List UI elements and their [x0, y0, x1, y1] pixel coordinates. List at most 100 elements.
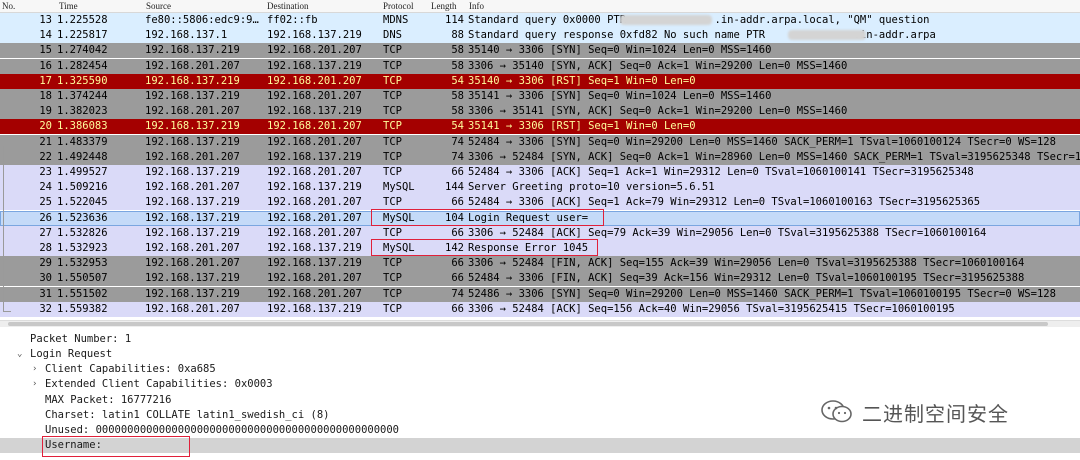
packet-no: 17	[39, 74, 52, 87]
packet-time: 1.325590	[57, 74, 108, 87]
packet-destination: 192.168.137.219	[267, 59, 362, 72]
packet-no: 14	[39, 29, 52, 42]
packet-source: 192.168.137.219	[145, 211, 240, 224]
packet-no: 19	[39, 105, 52, 118]
column-destination[interactable]: Destination	[267, 0, 309, 12]
detail-row[interactable]: Client Capabilities: 0xa685	[45, 362, 216, 377]
packet-row[interactable]: 13 1.225528 fe80::5806:edc9:9… ff02::fb MDNS…	[0, 13, 1080, 28]
column-protocol[interactable]: Protocol	[383, 0, 414, 12]
packet-info: 35140 → 3306 [SYN] Seq=0 Win=1024 Len=0 …	[468, 44, 772, 57]
packet-source: 192.168.137.1	[145, 29, 228, 42]
packet-protocol: TCP	[383, 150, 402, 163]
packet-protocol: TCP	[383, 302, 402, 315]
highlight-box-username	[42, 436, 190, 457]
redaction-blur	[788, 30, 866, 40]
packet-time: 1.509216	[57, 181, 108, 194]
packet-time: 1.522045	[57, 196, 108, 209]
packet-info: 52486 → 3306 [SYN] Seq=0 Win=29200 Len=0…	[468, 287, 1056, 300]
detail-row[interactable]: MAX Packet: 16777216	[45, 393, 171, 408]
column-no[interactable]: No.	[2, 0, 15, 12]
packet-destination: 192.168.201.207	[267, 120, 362, 133]
column-length[interactable]: Length	[431, 0, 457, 12]
packet-list-scrollbar[interactable]	[0, 320, 1080, 327]
packet-row[interactable]: 31 1.551502 192.168.137.219 192.168.201.207…	[0, 286, 1080, 302]
packet-destination: ff02::fb	[267, 14, 318, 26]
packet-length: 66	[451, 302, 464, 315]
packet-no: 15	[39, 44, 52, 57]
detail-row[interactable]: Login Request	[30, 347, 112, 362]
collapsed-arrow-icon[interactable]: ›	[32, 377, 37, 392]
packet-destination: 192.168.201.207	[267, 287, 362, 300]
packet-info: Standard query 0x0000 PTR .in-addr.arpa.…	[468, 14, 930, 26]
column-info[interactable]: Info	[469, 0, 484, 12]
redaction-blur	[620, 15, 712, 25]
packet-row[interactable]: 20 1.386083 192.168.137.219 192.168.201.207…	[0, 119, 1080, 135]
packet-length: 88	[451, 29, 464, 42]
expanded-arrow-icon[interactable]: ⌄	[17, 347, 22, 362]
packet-row[interactable]: 21 1.483379 192.168.137.219 192.168.201.207…	[0, 134, 1080, 150]
packet-row[interactable]: 30 1.550507 192.168.137.219 192.168.201.207…	[0, 271, 1080, 287]
packet-protocol: TCP	[383, 166, 402, 178]
packet-no: 16	[39, 59, 52, 72]
packet-time: 1.499527	[57, 166, 108, 178]
packet-row[interactable]: 18 1.374244 192.168.137.219 192.168.201.207…	[0, 89, 1080, 104]
column-time[interactable]: Time	[59, 0, 78, 12]
packet-row[interactable]: 19 1.382023 192.168.201.207 192.168.137.219…	[0, 104, 1080, 120]
packet-source: 192.168.137.219	[145, 166, 240, 178]
packet-destination: 192.168.137.219	[267, 29, 362, 42]
packet-source: 192.168.137.219	[145, 74, 240, 87]
packet-row[interactable]: 24 1.509216 192.168.201.207 192.168.137.219…	[0, 180, 1080, 196]
detail-row[interactable]: Extended Client Capabilities: 0x0003	[45, 377, 273, 392]
packet-time: 1.550507	[57, 272, 108, 285]
packet-length: 58	[451, 90, 464, 102]
scrollbar-thumb[interactable]	[8, 322, 1048, 326]
packet-row[interactable]: 32 1.559382 192.168.201.207 192.168.137.219…	[0, 301, 1080, 317]
watermark: 二进制空间安全	[820, 396, 1009, 428]
packet-destination: 192.168.201.207	[267, 135, 362, 148]
collapsed-arrow-icon[interactable]: ›	[32, 362, 37, 377]
packet-time: 1.374244	[57, 90, 108, 102]
packet-protocol: TCP	[383, 135, 402, 148]
packet-protocol: TCP	[383, 105, 402, 118]
packet-length: 66	[451, 166, 464, 178]
packet-destination: 192.168.137.219	[267, 105, 362, 118]
packet-destination: 192.168.201.207	[267, 226, 362, 239]
column-source[interactable]: Source	[146, 0, 171, 12]
packet-row[interactable]: 15 1.274042 192.168.137.219 192.168.201.207…	[0, 43, 1080, 59]
packet-no: 20	[39, 120, 52, 133]
packet-destination: 192.168.137.219	[267, 242, 362, 254]
packet-source: 192.168.201.207	[145, 181, 240, 194]
packet-list-header: No. Time Source Destination Protocol Len…	[0, 0, 1080, 13]
packet-info: 3306 → 35141 [SYN, ACK] Seq=0 Ack=1 Win=…	[468, 105, 848, 118]
packet-info: 35141 → 3306 [RST] Seq=1 Win=0 Len=0	[468, 120, 696, 133]
packet-time: 1.225817	[57, 29, 108, 42]
packet-length: 74	[451, 287, 464, 300]
packet-row[interactable]: 23 1.499527 192.168.137.219 192.168.201.207…	[0, 165, 1080, 180]
packet-info: 52484 → 3306 [ACK] Seq=1 Ack=1 Win=29312…	[468, 166, 974, 178]
packet-row[interactable]: 29 1.532953 192.168.201.207 192.168.137.219…	[0, 256, 1080, 272]
packet-length: 58	[451, 44, 464, 57]
packet-row[interactable]: 22 1.492448 192.168.201.207 192.168.137.219…	[0, 149, 1080, 165]
packet-row[interactable]: 14 1.225817 192.168.137.1 192.168.137.219 DN…	[0, 28, 1080, 44]
packet-info: Standard query response 0xfd82 No such n…	[468, 29, 936, 42]
packet-destination: 192.168.137.219	[267, 181, 362, 194]
detail-row[interactable]: Packet Number: 1	[30, 332, 131, 347]
packet-source: 192.168.201.207	[145, 105, 240, 118]
highlight-box-login-request	[371, 209, 604, 226]
packet-destination: 192.168.201.207	[267, 44, 362, 57]
packet-protocol: TCP	[383, 257, 402, 270]
detail-row[interactable]: Charset: latin1 COLLATE latin1_swedish_c…	[45, 408, 329, 423]
packet-row[interactable]: 16 1.282454 192.168.201.207 192.168.137.219…	[0, 58, 1080, 74]
packet-time: 1.386083	[57, 120, 108, 133]
packet-destination: 192.168.137.219	[267, 150, 362, 163]
packet-info: 3306 → 52484 [FIN, ACK] Seq=155 Ack=39 W…	[468, 257, 1025, 270]
packet-source: 192.168.137.219	[145, 272, 240, 285]
packet-destination: 192.168.201.207	[267, 74, 362, 87]
highlight-box-response-error	[371, 239, 598, 256]
packet-time: 1.532953	[57, 257, 108, 270]
packet-info: 52484 → 3306 [FIN, ACK] Seq=39 Ack=156 W…	[468, 272, 1025, 285]
packet-source: 192.168.137.219	[145, 90, 240, 102]
packet-protocol: MySQL	[383, 181, 415, 194]
packet-source: 192.168.201.207	[145, 150, 240, 163]
packet-row[interactable]: 17 1.325590 192.168.137.219 192.168.201.207…	[0, 73, 1080, 89]
